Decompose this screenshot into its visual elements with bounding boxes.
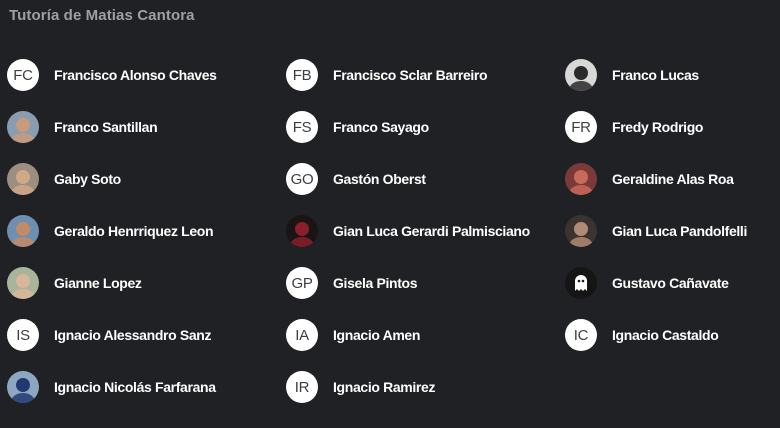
- avatar[interactable]: GO: [286, 163, 318, 195]
- member-name[interactable]: Gustavo Cañavate: [612, 275, 729, 291]
- member-francisco-alonso-chaves[interactable]: FC Francisco Alonso Chaves: [7, 55, 272, 95]
- ghost-icon[interactable]: [565, 267, 597, 299]
- member-ignacio-amen[interactable]: IA Ignacio Amen: [286, 315, 551, 355]
- avatar[interactable]: [7, 267, 39, 299]
- avatar[interactable]: IS: [7, 319, 39, 351]
- member-name[interactable]: Francisco Sclar Barreiro: [333, 67, 488, 83]
- member-gian-luca-pandolfelli[interactable]: Gian Luca Pandolfelli: [565, 211, 780, 251]
- avatar[interactable]: [565, 163, 597, 195]
- member-name[interactable]: Gian Luca Gerardi Palmisciano: [333, 223, 530, 239]
- member-name[interactable]: Franco Sayago: [333, 119, 429, 135]
- member-name[interactable]: Ignacio Castaldo: [612, 327, 719, 343]
- avatar[interactable]: [7, 215, 39, 247]
- member-name[interactable]: Ignacio Alessandro Sanz: [54, 327, 212, 343]
- member-gaby-soto[interactable]: Gaby Soto: [7, 159, 272, 199]
- avatar[interactable]: FR: [565, 111, 597, 143]
- avatar[interactable]: [7, 163, 39, 195]
- member-name[interactable]: Franco Lucas: [612, 67, 699, 83]
- avatar[interactable]: FB: [286, 59, 318, 91]
- member-name[interactable]: Gianne Lopez: [54, 275, 142, 291]
- avatar[interactable]: [565, 215, 597, 247]
- member-franco-santillan[interactable]: Franco Santillan: [7, 107, 272, 147]
- avatar[interactable]: GP: [286, 267, 318, 299]
- member-name[interactable]: Gian Luca Pandolfelli: [612, 223, 747, 239]
- member-geraldo-henrriquez-leon[interactable]: Geraldo Henrriquez Leon: [7, 211, 272, 251]
- avatar[interactable]: IA: [286, 319, 318, 351]
- avatar[interactable]: IC: [565, 319, 597, 351]
- member-name[interactable]: Fredy Rodrigo: [612, 119, 703, 135]
- member-ignacio-castaldo[interactable]: IC Ignacio Castaldo: [565, 315, 780, 355]
- member-name[interactable]: Geraldo Henrriquez Leon: [54, 223, 214, 239]
- avatar[interactable]: FS: [286, 111, 318, 143]
- avatar[interactable]: [565, 59, 597, 91]
- member-franco-sayago[interactable]: FS Franco Sayago: [286, 107, 551, 147]
- page-title: Tutoría de Matias Cantora: [9, 7, 195, 24]
- member-ignacio-nicolas-farfarana[interactable]: Ignacio Nicolás Farfarana: [7, 367, 272, 407]
- avatar[interactable]: [7, 111, 39, 143]
- member-gustavo-canavate[interactable]: Gustavo Cañavate: [565, 263, 780, 303]
- member-name[interactable]: Geraldine Alas Roa: [612, 171, 734, 187]
- member-franco-lucas[interactable]: Franco Lucas: [565, 55, 780, 95]
- member-name[interactable]: Gaby Soto: [54, 171, 121, 187]
- member-gian-luca-gerardi-palmisciano[interactable]: Gian Luca Gerardi Palmisciano: [286, 211, 551, 251]
- avatar[interactable]: FC: [7, 59, 39, 91]
- member-ignacio-alessandro-sanz[interactable]: IS Ignacio Alessandro Sanz: [7, 315, 272, 355]
- member-fredy-rodrigo[interactable]: FR Fredy Rodrigo: [565, 107, 780, 147]
- avatar[interactable]: [7, 371, 39, 403]
- member-geraldine-alas-roa[interactable]: Geraldine Alas Roa: [565, 159, 780, 199]
- member-francisco-sclar-barreiro[interactable]: FB Francisco Sclar Barreiro: [286, 55, 551, 95]
- member-name[interactable]: Franco Santillan: [54, 119, 158, 135]
- member-name[interactable]: Ignacio Ramirez: [333, 379, 435, 395]
- members-page: Tutoría de Matias Cantora FC Francisco Al…: [0, 0, 780, 428]
- member-name[interactable]: Gastón Oberst: [333, 171, 426, 187]
- member-ignacio-ramirez[interactable]: IR Ignacio Ramirez: [286, 367, 551, 407]
- member-gaston-oberst[interactable]: GO Gastón Oberst: [286, 159, 551, 199]
- member-gianne-lopez[interactable]: Gianne Lopez: [7, 263, 272, 303]
- member-name[interactable]: Francisco Alonso Chaves: [54, 67, 217, 83]
- member-name[interactable]: Ignacio Nicolás Farfarana: [54, 379, 216, 395]
- avatar[interactable]: [286, 215, 318, 247]
- member-name[interactable]: Ignacio Amen: [333, 327, 420, 343]
- member-gisela-pintos[interactable]: GP Gisela Pintos: [286, 263, 551, 303]
- member-name[interactable]: Gisela Pintos: [333, 275, 418, 291]
- avatar[interactable]: IR: [286, 371, 318, 403]
